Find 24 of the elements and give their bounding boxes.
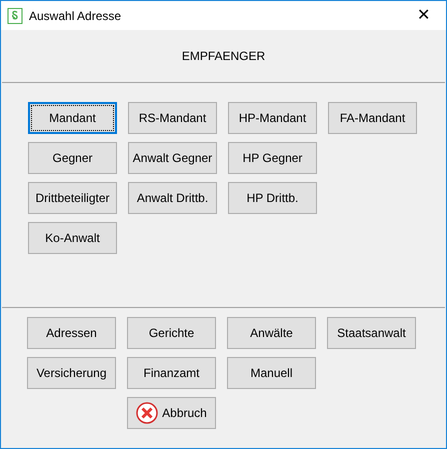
- address-button[interactable]: Gerichte: [127, 317, 216, 349]
- address-button[interactable]: Staatsanwalt: [327, 317, 416, 349]
- address-button[interactable]: Adressen: [27, 317, 116, 349]
- address-button[interactable]: Manuell: [227, 357, 316, 389]
- address-button[interactable]: Drittbeteiligter: [28, 182, 117, 214]
- address-button[interactable]: HP-Mandant: [228, 102, 317, 134]
- address-button[interactable]: Finanzamt: [127, 357, 216, 389]
- address-button[interactable]: HP Gegner: [228, 142, 317, 174]
- cancel-button[interactable]: Abbruch: [127, 397, 216, 429]
- address-button[interactable]: Anwalt Gegner: [128, 142, 217, 174]
- address-button[interactable]: Anwälte: [227, 317, 316, 349]
- address-button[interactable]: Gegner: [28, 142, 117, 174]
- address-button[interactable]: Versicherung: [27, 357, 116, 389]
- address-button[interactable]: Ko-Anwalt: [28, 222, 117, 254]
- section-heading: EMPFAENGER: [182, 48, 266, 65]
- app-icon: [7, 8, 23, 24]
- address-button[interactable]: HP Drittb.: [228, 182, 317, 214]
- close-button[interactable]: ✕: [401, 1, 446, 30]
- window-title: Auswahl Adresse: [29, 8, 122, 24]
- address-button[interactable]: Anwalt Drittb.: [128, 182, 217, 214]
- address-button[interactable]: RS-Mandant: [128, 102, 217, 134]
- address-button[interactable]: FA-Mandant: [328, 102, 417, 134]
- cancel-icon: [136, 402, 158, 424]
- address-button[interactable]: Mandant: [28, 102, 117, 134]
